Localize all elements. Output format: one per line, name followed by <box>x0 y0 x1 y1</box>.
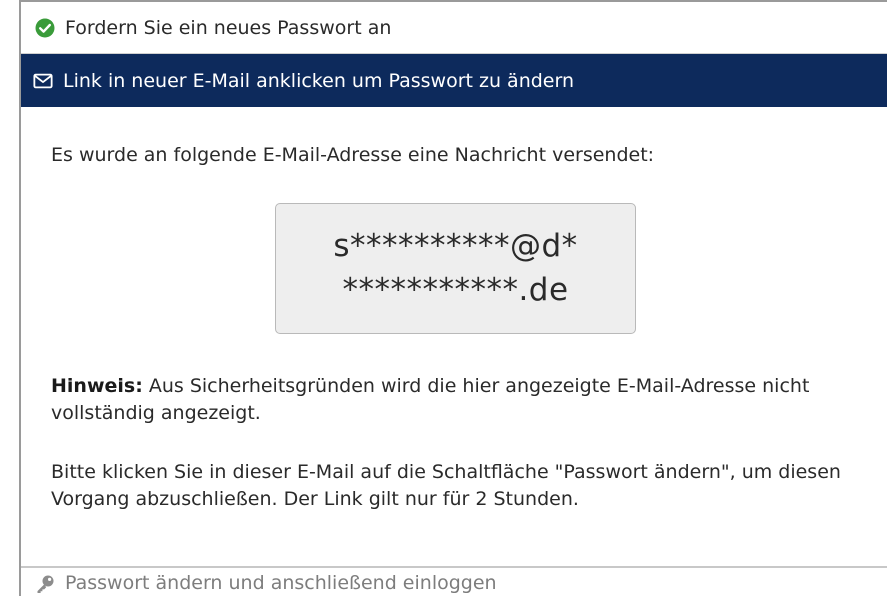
masked-email-box: s**********@d* ***********.de <box>275 203 636 334</box>
step-click-email-link-label: Link in neuer E-Mail anklicken um Passwo… <box>63 69 575 92</box>
instruction-text: Bitte klicken Sie in dieser E-Mail auf d… <box>51 461 841 510</box>
step-click-email-link: Link in neuer E-Mail anklicken um Passwo… <box>21 54 887 107</box>
password-reset-panel: Fordern Sie ein neues Passwort an Link i… <box>19 0 887 596</box>
step-change-password-login-label: Passwort ändern und anschließend einlogg… <box>65 572 497 594</box>
step-request-password-label: Fordern Sie ein neues Passwort an <box>65 16 392 39</box>
check-circle-icon <box>35 18 55 38</box>
step-change-password-login: Passwort ändern und anschließend einlogg… <box>21 566 887 600</box>
envelope-icon <box>33 71 53 91</box>
security-note-text: Aus Sicherheitsgründen wird die hier ang… <box>51 375 810 424</box>
intro-text: Es wurde an folgende E-Mail-Adresse eine… <box>51 144 655 166</box>
step-request-password: Fordern Sie ein neues Passwort an <box>21 2 887 54</box>
masked-email-line-1: s**********@d* <box>333 228 578 264</box>
security-note: Hinweis: Aus Sicherheitsgründen wird die… <box>51 373 871 427</box>
masked-email-line-2: ***********.de <box>342 272 569 308</box>
key-icon <box>35 574 55 594</box>
security-note-label: Hinweis: <box>51 375 143 397</box>
